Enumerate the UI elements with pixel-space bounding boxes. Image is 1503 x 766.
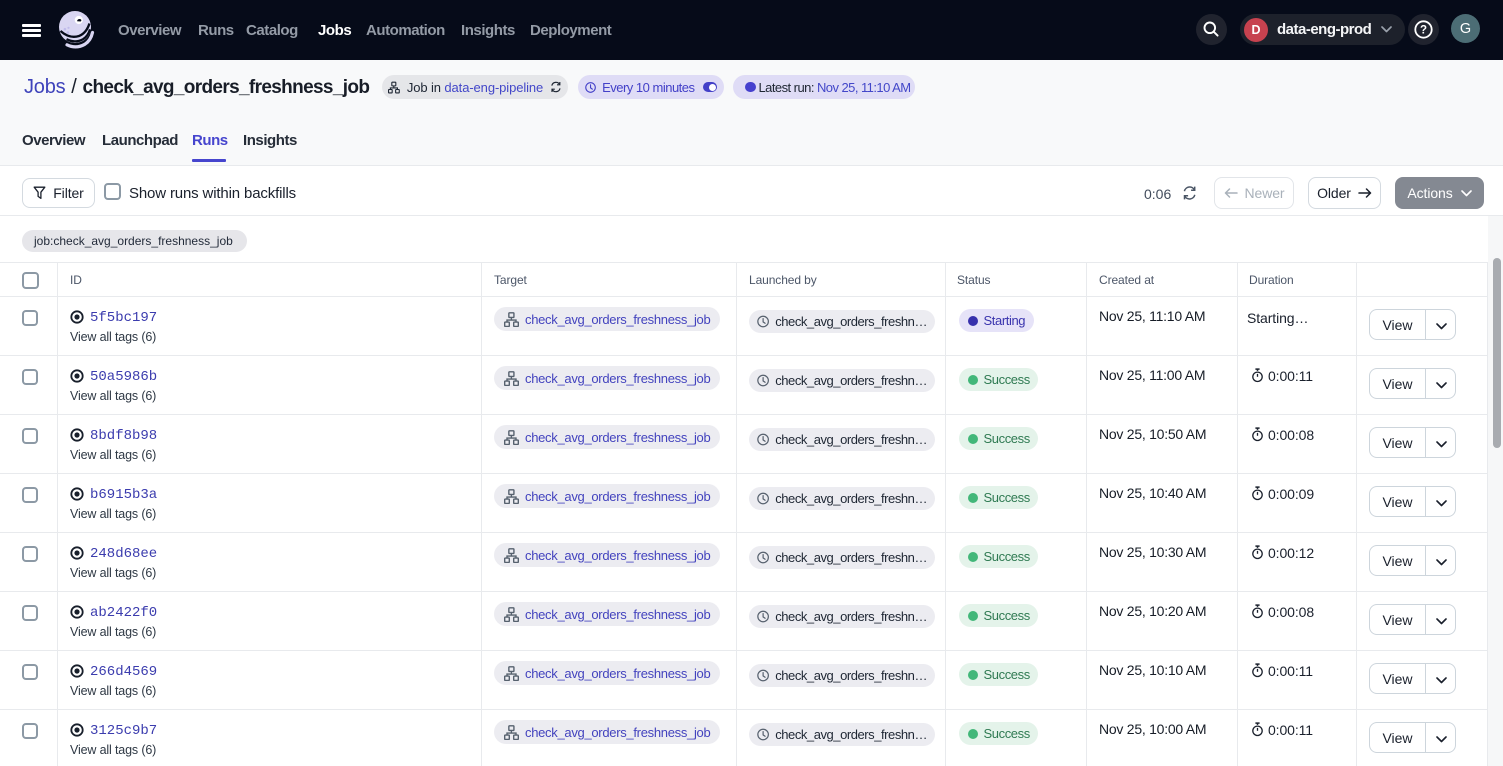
svg-text:?: ?: [1420, 24, 1427, 36]
